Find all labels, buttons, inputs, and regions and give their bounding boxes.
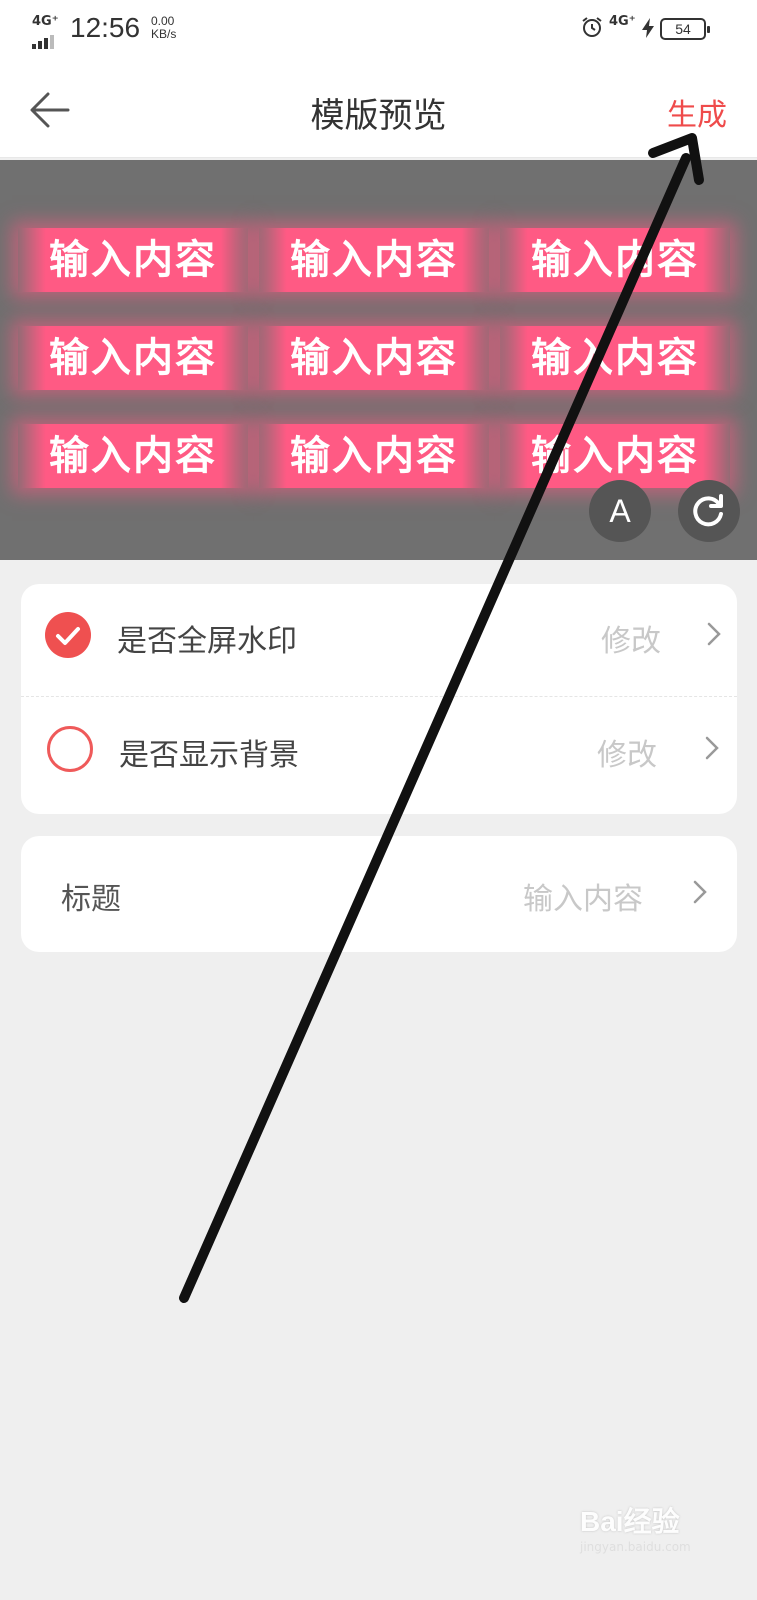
watermark-tile: 输入内容 xyxy=(500,228,730,292)
charging-icon xyxy=(642,18,654,38)
signal-icon: 4G⁺ xyxy=(32,14,62,49)
chevron-right-icon xyxy=(705,736,719,760)
speed-unit: KB/s xyxy=(151,27,177,41)
row-value: 修改 xyxy=(597,738,657,773)
row-value: 修改 xyxy=(601,624,661,659)
checkbox-checked[interactable] xyxy=(45,612,91,658)
watermark-tile: 输入内容 xyxy=(500,326,730,390)
battery-indicator: 54 xyxy=(660,18,710,40)
title-label: 标题 xyxy=(61,882,121,917)
watermark-tile: 输入内容 xyxy=(259,424,489,488)
check-icon xyxy=(56,627,80,645)
title-input-placeholder[interactable]: 输入内容 xyxy=(523,874,643,918)
watermark-tile: 输入内容 xyxy=(500,424,730,488)
checkbox-unchecked[interactable] xyxy=(47,726,93,772)
refresh-icon xyxy=(693,494,723,527)
settings-card: 是否全屏水印 修改 是否显示背景 修改 xyxy=(21,584,737,814)
row-label: 是否全屏水印 xyxy=(117,624,297,659)
watermark-tile: 输入内容 xyxy=(18,424,248,488)
generate-button[interactable]: 生成 xyxy=(667,90,727,134)
divider xyxy=(21,696,737,697)
network-speed: 0.00 KB/s xyxy=(151,15,176,41)
nav-bar: 模版预览 生成 xyxy=(0,60,757,158)
brand-watermark-text: Bai经验 xyxy=(580,1506,680,1537)
refresh-button[interactable] xyxy=(678,480,740,542)
network-type-right: 4G⁺ xyxy=(609,14,636,29)
chevron-right-icon xyxy=(693,880,707,904)
watermark-tile: 输入内容 xyxy=(259,228,489,292)
row-label: 是否显示背景 xyxy=(119,738,299,773)
alarm-icon xyxy=(582,17,602,37)
network-type-left: 4G⁺ xyxy=(32,14,59,29)
title-card: 标题 输入内容 xyxy=(21,836,737,952)
watermark-tile: 输入内容 xyxy=(18,326,248,390)
watermark-tile: 输入内容 xyxy=(18,228,248,292)
brand-watermark: Bai经验 jingyan.baidu.com xyxy=(580,1500,691,1554)
brand-watermark-sub: jingyan.baidu.com xyxy=(580,1540,691,1554)
font-style-button[interactable]: A xyxy=(589,480,651,542)
font-style-label: A xyxy=(609,493,631,529)
page-title: 模版预览 xyxy=(310,96,447,136)
watermark-preview: 输入内容 输入内容 输入内容 输入内容 输入内容 输入内容 输入内容 输入内容 … xyxy=(0,160,757,560)
watermark-tile: 输入内容 xyxy=(259,326,489,390)
clock: 12:56 xyxy=(70,12,141,43)
status-bar: 4G⁺ 12:56 0.00 KB/s 4G⁺ 54 xyxy=(0,0,757,60)
show-background-row[interactable]: 是否显示背景 修改 xyxy=(21,698,737,800)
chevron-right-icon xyxy=(707,622,721,646)
title-row[interactable]: 标题 输入内容 xyxy=(21,842,737,944)
fullscreen-watermark-row[interactable]: 是否全屏水印 修改 xyxy=(21,584,737,686)
